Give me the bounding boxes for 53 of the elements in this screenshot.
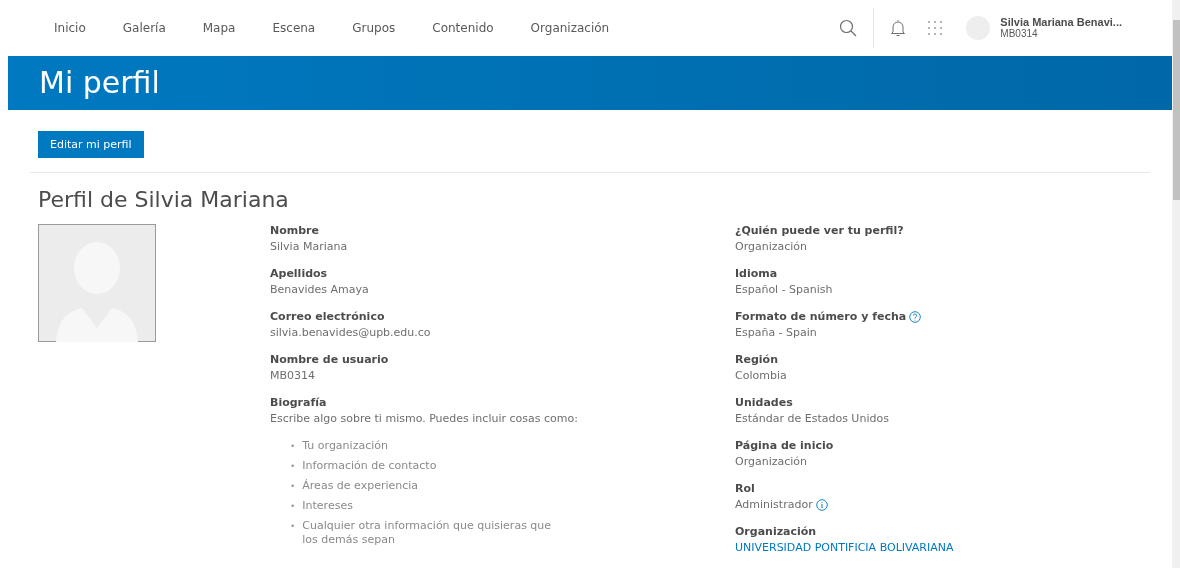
organization-link[interactable]: UNIVERSIDAD PONTIFICIA BOLIVARIANA	[735, 541, 954, 554]
field-label: Nombre	[270, 224, 320, 237]
edit-profile-button[interactable]: Editar mi perfil	[38, 131, 144, 158]
nav-link[interactable]: Mapa	[202, 21, 236, 35]
bell-icon	[890, 19, 907, 37]
field-value: silvia.benavides@upb.edu.co	[270, 326, 432, 339]
field-label: Organización	[735, 525, 817, 538]
nav-link[interactable]: Inicio	[54, 21, 86, 35]
bullet-marker: •	[290, 500, 296, 513]
nav-link[interactable]: Grupos	[352, 21, 396, 35]
bullet-item: Áreas de experiencia	[302, 479, 419, 493]
search-icon	[839, 19, 858, 37]
field-label: Página de inicio	[735, 439, 834, 452]
bullet-marker: •	[290, 480, 296, 493]
nav-link[interactable]: Organización	[530, 21, 610, 35]
field-label: Nombre de usuario	[270, 353, 390, 366]
field-value: Administrador	[735, 498, 813, 511]
page-title: Mi perfil	[39, 65, 160, 101]
field-value: Organización	[735, 240, 808, 253]
bullet-marker: •	[290, 460, 296, 473]
help-icon[interactable]	[909, 310, 922, 323]
info-icon[interactable]	[815, 498, 828, 511]
field-value: Organización	[735, 455, 808, 468]
field-value: Colombia	[735, 369, 787, 382]
grid-icon	[926, 19, 945, 37]
bullet-item: Intereses	[302, 499, 353, 513]
scrollbar[interactable]	[1172, 0, 1180, 568]
nav-link[interactable]: Escena	[272, 21, 316, 35]
field-label: Correo electrónico	[270, 310, 386, 323]
field-label: Apellidos	[270, 267, 329, 280]
field-value: Español - Spanish	[735, 283, 833, 296]
field-value: Silvia Mariana	[270, 240, 349, 253]
field-value: España - Spain	[735, 326, 817, 339]
bullet-marker: •	[290, 520, 296, 533]
bullet-item: Información de contacto	[302, 459, 437, 473]
field-value: Benavides Amaya	[270, 283, 370, 296]
field-label: Unidades	[735, 396, 793, 409]
field-label: Biografía	[270, 396, 328, 409]
profile-title: Perfil de Silvia Mariana	[38, 187, 290, 212]
bullet-item: Cualquier otra información que quisieras que los demás sepan	[302, 519, 553, 547]
field-label: ¿Quién puede ver tu perfil?	[735, 224, 904, 237]
user-menu[interactable]: Silvia Mariana Benavi... MB0314	[954, 16, 1172, 40]
nav-link[interactable]: Contenido	[432, 21, 494, 35]
bullet-marker: •	[290, 440, 296, 453]
field-value: Estándar de Estados Unidos	[735, 412, 889, 425]
field-value: Escribe algo sobre ti mismo. Puedes incluir cosas como:	[270, 412, 579, 425]
field-value: MB0314	[270, 369, 317, 382]
field-label: Rol	[735, 482, 755, 495]
bullet-item: Tu organización	[302, 439, 388, 453]
field-label: Formato de número y fecha	[735, 310, 907, 323]
nav-link[interactable]: Galería	[122, 21, 166, 35]
field-label: Región	[735, 353, 778, 366]
field-label: Idioma	[735, 267, 778, 280]
